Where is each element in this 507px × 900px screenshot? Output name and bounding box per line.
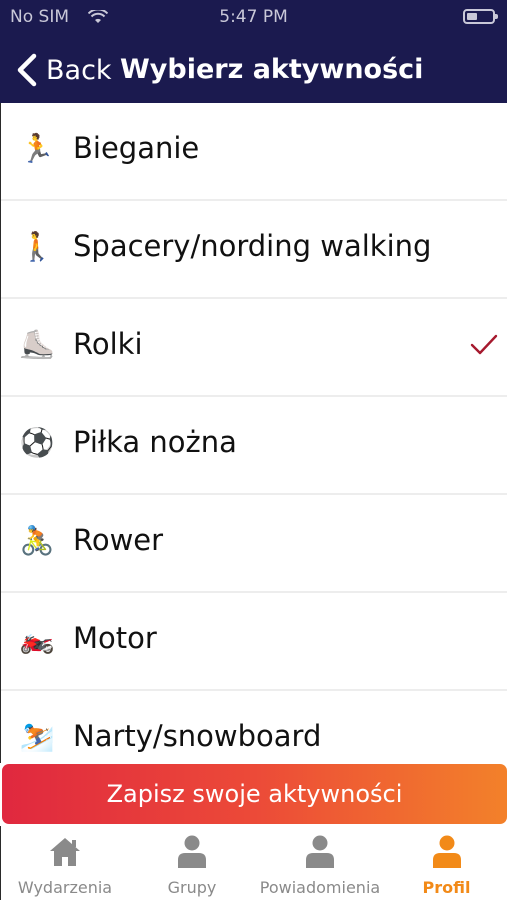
tab-profil[interactable]: Profil <box>385 826 507 900</box>
runner-icon: 🏃 <box>19 132 55 165</box>
tab-label: Profil <box>422 878 471 897</box>
home-icon <box>50 838 80 866</box>
status-bar: No SIM 5:47 PM <box>0 0 507 34</box>
walker-icon: 🚶 <box>19 230 55 263</box>
activity-label: Rower <box>73 523 164 557</box>
tab-label: Grupy <box>167 878 217 897</box>
save-activities-button[interactable]: Zapisz swoje aktywności <box>2 764 507 824</box>
soccer-ball-icon: ⚽ <box>19 426 55 459</box>
activity-row-spacery[interactable]: 🚶 Spacery/nording walking <box>1 201 507 299</box>
tab-label: Wydarzenia <box>17 878 113 897</box>
nav-bar: Back Wybierz aktywności <box>0 40 507 100</box>
activity-label: Spacery/nording walking <box>73 229 432 263</box>
activity-label: Piłka nożna <box>73 425 237 459</box>
person-icon <box>306 835 334 868</box>
tab-grupy[interactable]: Grupy <box>129 826 255 900</box>
motorcycle-icon: 🏍️ <box>19 622 55 655</box>
page-title: Wybierz aktywności <box>120 54 424 85</box>
back-button[interactable]: Back <box>14 50 112 90</box>
activity-row-motor[interactable]: 🏍️ Motor <box>1 593 507 691</box>
clock: 5:47 PM <box>219 7 288 27</box>
back-label: Back <box>46 54 112 86</box>
chevron-left-icon <box>17 53 37 87</box>
tab-wydarzenia[interactable]: Wydarzenia <box>1 826 129 900</box>
tab-bar: Wydarzenia Grupy Powiadomienia Profil <box>0 826 507 900</box>
checkmark-icon <box>470 334 498 355</box>
tab-powiadomienia[interactable]: Powiadomienia <box>255 826 385 900</box>
header-bar: No SIM 5:47 PM Back Wybierz aktywności <box>0 0 507 103</box>
skate-icon: ⛸️ <box>19 328 55 361</box>
battery-icon <box>463 9 498 24</box>
activity-row-bieganie[interactable]: 🏃 Bieganie <box>1 103 507 201</box>
activity-row-narty[interactable]: ⛷️ Narty/snowboard <box>1 691 507 763</box>
activity-row-rower[interactable]: 🚴 Rower <box>1 495 507 593</box>
person-icon <box>178 835 206 868</box>
activity-label: Motor <box>73 621 157 655</box>
tab-label: Powiadomienia <box>259 878 381 897</box>
activity-list: 🏃 Bieganie 🚶 Spacery/nording walking ⛸️ … <box>0 103 507 763</box>
activity-row-pilka-nozna[interactable]: ⚽ Piłka nożna <box>1 397 507 495</box>
activity-label: Rolki <box>73 327 143 361</box>
activity-row-rolki[interactable]: ⛸️ Rolki <box>1 299 507 397</box>
activity-label: Narty/snowboard <box>73 719 322 753</box>
cyclist-icon: 🚴 <box>19 524 55 557</box>
skier-icon: ⛷️ <box>19 720 55 753</box>
activity-label: Bieganie <box>73 131 200 165</box>
person-icon <box>432 835 461 868</box>
